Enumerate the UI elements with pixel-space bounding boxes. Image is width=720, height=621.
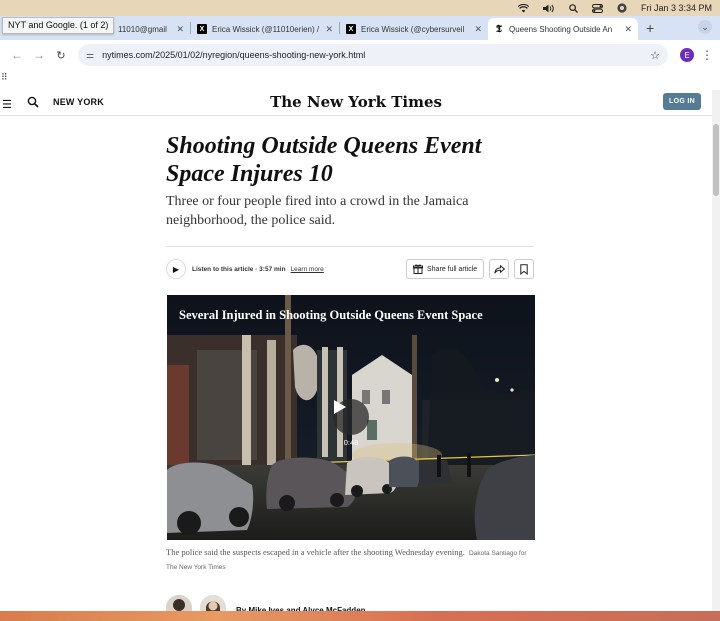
video-duration: 0:48 (343, 438, 359, 447)
video-play-button[interactable] (333, 399, 369, 435)
control-center-icon[interactable] (591, 3, 603, 13)
tab-twitter-2[interactable]: X Erica Wissick (@cybersurveil ✕ (340, 18, 488, 40)
caption-text: The police said the suspects escaped in … (166, 547, 465, 557)
tab-nyt-active[interactable]: 𝕿 Queens Shooting Outside An ✕ (488, 18, 638, 40)
x-logo-icon: X (346, 24, 356, 34)
wifi-icon[interactable] (517, 3, 529, 13)
article-headline: Shooting Outside Queens Event Space Inju… (166, 133, 482, 187)
tab-twitter-1[interactable]: X Erica Wissick (@11010erien) / ✕ (191, 18, 339, 40)
bookmark-star-icon[interactable]: ☆ (650, 49, 660, 62)
more-menu-icon[interactable]: ⋮ (700, 48, 714, 62)
url-text[interactable]: nytimes.com/2025/01/02/nyregion/queens-s… (102, 50, 650, 60)
tab-title: Erica Wissick (@11010erien) / (212, 24, 320, 34)
video-title: Several Injured in Shooting Outside Quee… (179, 308, 483, 322)
macos-dock-edge (0, 611, 720, 621)
siri-icon[interactable] (617, 3, 627, 13)
save-bookmark-button[interactable] (514, 259, 534, 279)
listen-bar: ▶ Listen to this article · 3:57 min Lear… (166, 258, 324, 280)
tab-title: Queens Shooting Outside An (509, 24, 613, 34)
tab-title: Erica Wissick (@cybersurveil (361, 24, 465, 34)
x-logo-icon: X (197, 24, 207, 34)
menubar-clock[interactable]: Fri Jan 3 3:34 PM (641, 3, 712, 13)
close-icon[interactable]: ✕ (474, 24, 482, 35)
article-summary: Three or four people fired into a crowd … (166, 194, 469, 228)
tab-title: 11010@gmail (118, 24, 167, 34)
learn-more-link[interactable]: Learn more (291, 266, 324, 273)
login-button[interactable]: LOG IN (663, 93, 701, 110)
share-full-article-button[interactable]: Share full article (406, 259, 485, 279)
photo-caption: The police said the suspects escaped in … (166, 546, 536, 574)
new-tab-icon[interactable]: + (638, 20, 662, 36)
close-icon[interactable]: ✕ (624, 24, 632, 35)
listen-label: Listen to this article · 3:57 min (192, 265, 286, 273)
spotlight-search-icon[interactable] (569, 3, 578, 13)
back-arrow-icon[interactable]: ← (6, 48, 28, 62)
nyt-header: ☰ NEW YORK The New York Times LOG IN (0, 90, 712, 116)
share-label: Share full article (427, 265, 478, 273)
share-arrow-icon (493, 264, 505, 274)
forward-arrow-icon[interactable]: → (28, 48, 50, 62)
tab-tooltip: NYT and Google. (1 of 2) (2, 17, 115, 34)
close-icon[interactable]: ✕ (176, 24, 184, 35)
share-arrow-button[interactable] (489, 259, 509, 279)
play-icon (334, 400, 346, 414)
macos-menubar: Fri Jan 3 3:34 PM (0, 0, 720, 16)
video-player[interactable]: Several Injured in Shooting Outside Quee… (167, 295, 535, 540)
web-page: ☰ NEW YORK The New York Times LOG IN Sho… (0, 90, 712, 621)
address-bar[interactable]: ⚌ nytimes.com/2025/01/02/nyregion/queens… (78, 44, 668, 66)
close-icon[interactable]: ✕ (325, 24, 333, 35)
bookmark-icon (520, 263, 528, 275)
reload-icon[interactable]: ↻ (50, 49, 72, 62)
site-info-icon[interactable]: ⚌ (86, 50, 94, 61)
page-scrollbar[interactable] (712, 90, 720, 611)
volume-icon[interactable] (542, 4, 555, 13)
nyt-masthead-logo[interactable]: The New York Times (0, 93, 712, 111)
profile-avatar[interactable]: E (680, 48, 694, 62)
browser-toolbar: ← → ↻ ⚌ nytimes.com/2025/01/02/nyregion/… (0, 40, 720, 70)
divider (166, 246, 534, 247)
bookmarks-bar: ⠿ (0, 70, 720, 90)
scrollbar-thumb[interactable] (713, 124, 719, 196)
chevron-down-icon[interactable]: ⌄ (698, 20, 712, 34)
nyt-logo-icon: 𝕿 (495, 23, 503, 35)
apps-grid-icon[interactable]: ⠿ (1, 72, 8, 83)
gift-icon (413, 264, 423, 274)
play-audio-button[interactable]: ▶ (166, 259, 186, 279)
